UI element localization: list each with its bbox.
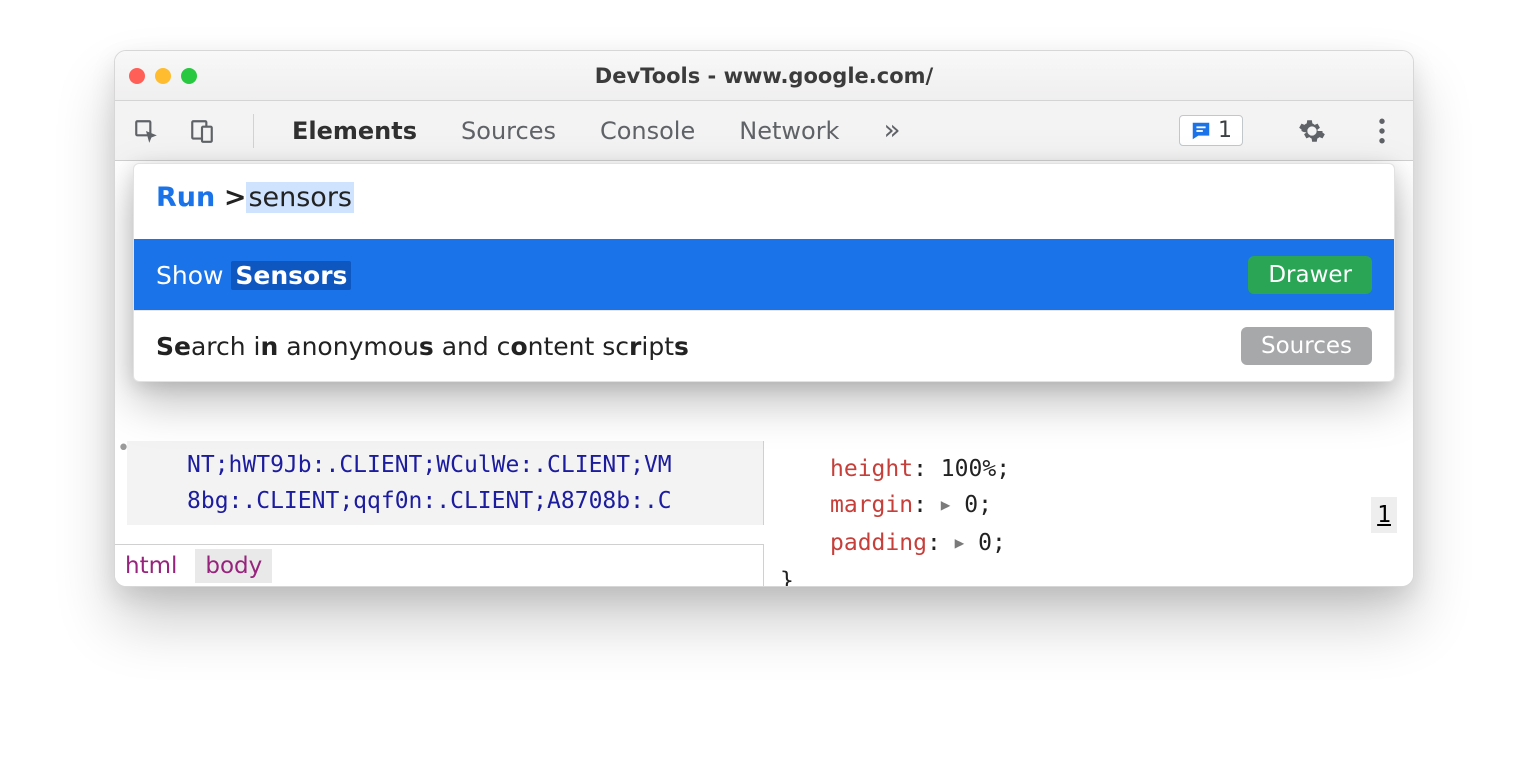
message-icon [1190,120,1212,142]
window-controls [129,68,197,84]
command-prefix: > [224,182,247,213]
close-icon[interactable] [129,68,145,84]
css-prop: padding [830,530,927,556]
command-item-label: Show Sensors [156,261,351,290]
breadcrumb-html[interactable]: html [125,553,177,579]
expand-icon[interactable]: ▶ [941,487,951,523]
tab-elements[interactable]: Elements [290,114,419,148]
expand-icon[interactable]: ▶ [955,525,965,561]
panel-body: •• NT;hWT9Jb:.CLIENT;WCulWe:.CLIENT;VM 8… [115,161,1413,586]
css-declaration[interactable]: height: 100%; [780,451,1397,487]
command-item[interactable]: Search in anonymous and content scripts S… [134,310,1394,381]
css-close-brace: } [780,568,794,587]
command-menu: Run >sensors Show Sensors Drawer Search in… [133,163,1395,382]
breadcrumb-body[interactable]: body [195,549,272,583]
messages-count: 1 [1218,118,1232,143]
messages-button[interactable]: 1 [1179,115,1243,146]
titlebar: DevTools - www.google.com/ [115,51,1413,101]
css-val: 0 [978,530,992,556]
command-query: sensors [246,182,354,213]
css-declaration[interactable]: margin: ▶ 0; [780,487,1397,525]
devtools-window: DevTools - www.google.com/ Elements Sour… [114,50,1414,587]
panel-tabs: Elements Sources Console Network » 1 [290,113,1397,149]
styles-pane: 1 height: 100%;margin: ▶ 0;padding: ▶ 0;… [764,411,1413,587]
css-val: 100% [941,456,996,482]
css-declaration[interactable]: padding: ▶ 0; [780,525,1397,563]
window-title: DevTools - www.google.com/ [115,64,1413,88]
breadcrumb: html body [115,544,764,586]
styles-link[interactable]: 1 [1371,497,1397,533]
maximize-icon[interactable] [181,68,197,84]
dom-line-1: NT;hWT9Jb:.CLIENT;WCulWe:.CLIENT;VM [187,447,753,483]
command-item-badge: Drawer [1248,256,1372,294]
css-prop: height [830,456,913,482]
dom-snippet: NT;hWT9Jb:.CLIENT;WCulWe:.CLIENT;VM 8bg:… [127,441,764,525]
dom-line-2: 8bg:.CLIENT;qqf0n:.CLIENT;A8708b:.C [187,483,753,519]
command-item[interactable]: Show Sensors Drawer [134,239,1394,310]
settings-icon[interactable] [1297,116,1327,146]
inspect-icon[interactable] [131,116,161,146]
kebab-menu-icon[interactable] [1367,116,1397,146]
device-toggle-icon[interactable] [187,116,217,146]
more-tabs-icon[interactable]: » [881,113,902,149]
command-item-label: Search in anonymous and content scripts [156,332,689,361]
command-input[interactable]: Run >sensors [134,164,1394,239]
tab-sources[interactable]: Sources [459,114,558,148]
run-label: Run [156,182,215,213]
css-val: 0 [964,492,978,518]
minimize-icon[interactable] [155,68,171,84]
css-prop: margin [830,492,913,518]
tab-console[interactable]: Console [598,114,697,148]
devtools-toolbar: Elements Sources Console Network » 1 [115,101,1413,161]
divider-icon [253,114,254,148]
command-item-badge: Sources [1241,327,1372,365]
tab-network[interactable]: Network [737,114,841,148]
